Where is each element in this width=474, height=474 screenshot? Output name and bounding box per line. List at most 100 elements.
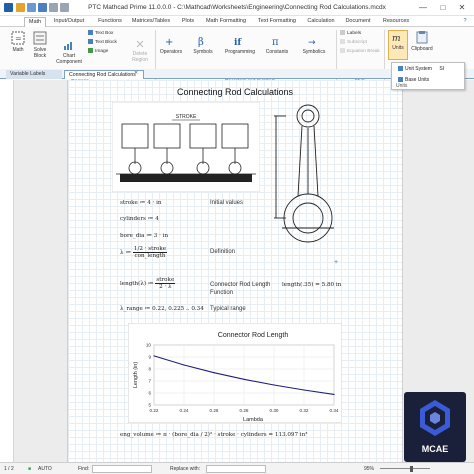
data-point — [303, 389, 305, 391]
lambda-range-definition[interactable]: λ_range ≔ 0.22, 0.225 .. 0.34 — [120, 306, 204, 312]
tab-math-formatting[interactable]: Math Formatting — [204, 17, 248, 27]
tab-input-output[interactable]: Input/Output — [50, 17, 88, 27]
minimize-button[interactable]: — — [418, 3, 428, 13]
x-tick-label: 0.34 — [330, 408, 339, 413]
length-function-definition[interactable]: length(λ) ≔ stroke 2 · λ — [120, 277, 176, 290]
menu-tabs: Math Input/Output Functions Matrices/Tab… — [0, 16, 474, 27]
programming-label: Programming — [224, 49, 255, 55]
y-tick-label: 6 — [148, 391, 151, 396]
tab-variable-labels[interactable]: Variable Labels — [6, 70, 62, 79]
logo-text: MCAE — [422, 444, 449, 454]
mcae-logo: MCAE — [404, 392, 466, 462]
lambda-definition[interactable]: λ ≔ 1/2 · stroke con_length — [120, 246, 168, 259]
chart-component-button[interactable]: Chart Component — [53, 41, 85, 65]
solve-block-button[interactable]: Solve Block — [30, 31, 50, 59]
delete-region-button[interactable]: Delete Region — [128, 39, 152, 63]
x-tick-label: 0.32 — [300, 408, 309, 413]
tab-functions[interactable]: Functions — [96, 17, 124, 27]
data-point — [243, 378, 245, 380]
rod-length-chart[interactable]: Connector Rod Length Lambda Length (in) … — [128, 323, 342, 423]
chart-icon — [64, 42, 72, 50]
delete-icon — [136, 40, 144, 48]
zoom-slider-thumb[interactable] — [410, 466, 413, 472]
constants-label: Constants — [265, 49, 289, 55]
tab-matrices-tables[interactable]: Matrices/Tables — [130, 17, 172, 27]
programming-button[interactable]: if Programming — [222, 35, 258, 55]
engine-volume-definition[interactable]: eng_volume ≔ π · (bore_dia / 2)² · strok… — [120, 432, 307, 438]
text-box-button[interactable]: Text Box — [88, 30, 113, 37]
data-point — [333, 393, 335, 396]
replace-input[interactable] — [206, 465, 266, 473]
x-tick-label: 0.26 — [210, 408, 219, 413]
image-button[interactable]: Image — [88, 48, 108, 55]
clipboard-label: Clipboard — [411, 46, 433, 52]
stroke-header: STROKE — [176, 114, 197, 120]
labels-dropdown[interactable]: Labels — [340, 30, 361, 37]
y-tick-label: 9 — [148, 355, 151, 360]
symbols-icon: β — [198, 37, 204, 48]
calc-status-icon: ■ — [28, 466, 32, 472]
unit-system-icon — [398, 66, 403, 71]
find-input[interactable] — [92, 465, 152, 473]
replace-label: Replace with: — [170, 466, 201, 472]
operators-button[interactable]: + Operators — [158, 35, 184, 55]
length-numerator: stroke — [155, 277, 176, 284]
lambda-lhs: λ ≔ — [120, 250, 132, 256]
status-bar: 1 / 2 ■ AUTO Find: Replace with: 95% — [0, 462, 474, 474]
note-initial-values[interactable]: Initial values — [210, 200, 243, 206]
text-box-icon — [88, 30, 93, 35]
tab-calculation[interactable]: Calculation — [305, 17, 337, 27]
svg-text:m: m — [392, 34, 401, 43]
tab-plots[interactable]: Plots — [178, 17, 198, 27]
clipboard-icon — [416, 31, 428, 44]
zoom-level[interactable]: 95% — [364, 466, 374, 472]
units-menu-label: Units — [396, 83, 408, 89]
tab-resources[interactable]: Resources — [380, 17, 412, 27]
tab-math[interactable]: Math — [24, 17, 46, 27]
tab-document[interactable]: Document — [344, 17, 372, 27]
connecting-rod-image[interactable] — [272, 100, 346, 248]
symbols-button[interactable]: β Symbols — [190, 35, 216, 55]
text-block-button[interactable]: Text Block — [88, 39, 117, 46]
labels-icon — [340, 30, 345, 35]
page-title: Connecting Rod Calculations — [176, 87, 294, 97]
y-tick-label: 8 — [148, 367, 151, 372]
x-tick-label: 0.30 — [270, 408, 279, 413]
lambda-numerator: 1/2 · stroke — [132, 246, 168, 253]
clipboard-button[interactable]: Clipboard — [410, 30, 434, 52]
note-typical-range[interactable]: Typical range — [210, 306, 246, 312]
math-button[interactable]: = Math — [6, 31, 30, 53]
window-title: PTC Mathcad Prime 11.0.0.0 - C:\Mathcad\… — [88, 4, 386, 11]
tab-connecting-rod-calculations[interactable]: Connecting Rod Calculations — [64, 70, 144, 79]
close-tab-icon[interactable]: ✕ — [134, 70, 138, 76]
solve-block-label: Solve Block — [33, 47, 47, 59]
maximize-button[interactable]: □ — [438, 3, 448, 13]
svg-text:π: π — [272, 37, 279, 47]
calc-mode[interactable]: AUTO — [38, 466, 52, 472]
note-connector-rod[interactable]: Connector Rod Length Function — [210, 281, 274, 297]
constants-button[interactable]: π Constants — [262, 35, 292, 55]
y-tick-label: 5 — [148, 403, 151, 408]
x-tick-label: 0.24 — [180, 408, 189, 413]
tab-text-formatting[interactable]: Text Formatting — [255, 17, 299, 27]
bore-definition[interactable]: bore_dia ≔ 3 · in — [120, 233, 168, 239]
unit-system-item[interactable]: Unit System SI — [398, 66, 444, 72]
programming-icon: if — [234, 38, 242, 48]
svg-text:→: → — [308, 38, 316, 47]
close-button[interactable]: ✕ — [457, 3, 467, 13]
note-definition[interactable]: Definition — [210, 249, 235, 255]
cylinders-definition[interactable]: cylinders ≔ 4 — [120, 216, 159, 222]
y-tick-label: 10 — [146, 343, 152, 348]
zoom-slider[interactable] — [380, 468, 430, 469]
symbolics-button[interactable]: → Symbolics — [298, 35, 330, 55]
engine-crankshaft-image[interactable]: STROKE — [112, 102, 260, 192]
stroke-definition[interactable]: stroke ≔ 4 · in — [120, 200, 161, 206]
subscript-button[interactable]: Subscript — [340, 39, 367, 46]
length-evaluation[interactable]: length(.35) = 5.80 in — [282, 282, 341, 288]
help-button[interactable]: ? — [460, 17, 470, 27]
solve-block-icon — [33, 31, 47, 45]
units-button[interactable]: m Units — [388, 30, 408, 60]
text-block-icon — [88, 39, 93, 44]
equation-break-button[interactable]: Equation Break — [340, 48, 380, 55]
title-bar: PTC Mathcad Prime 11.0.0.0 - C:\Mathcad\… — [0, 0, 474, 16]
